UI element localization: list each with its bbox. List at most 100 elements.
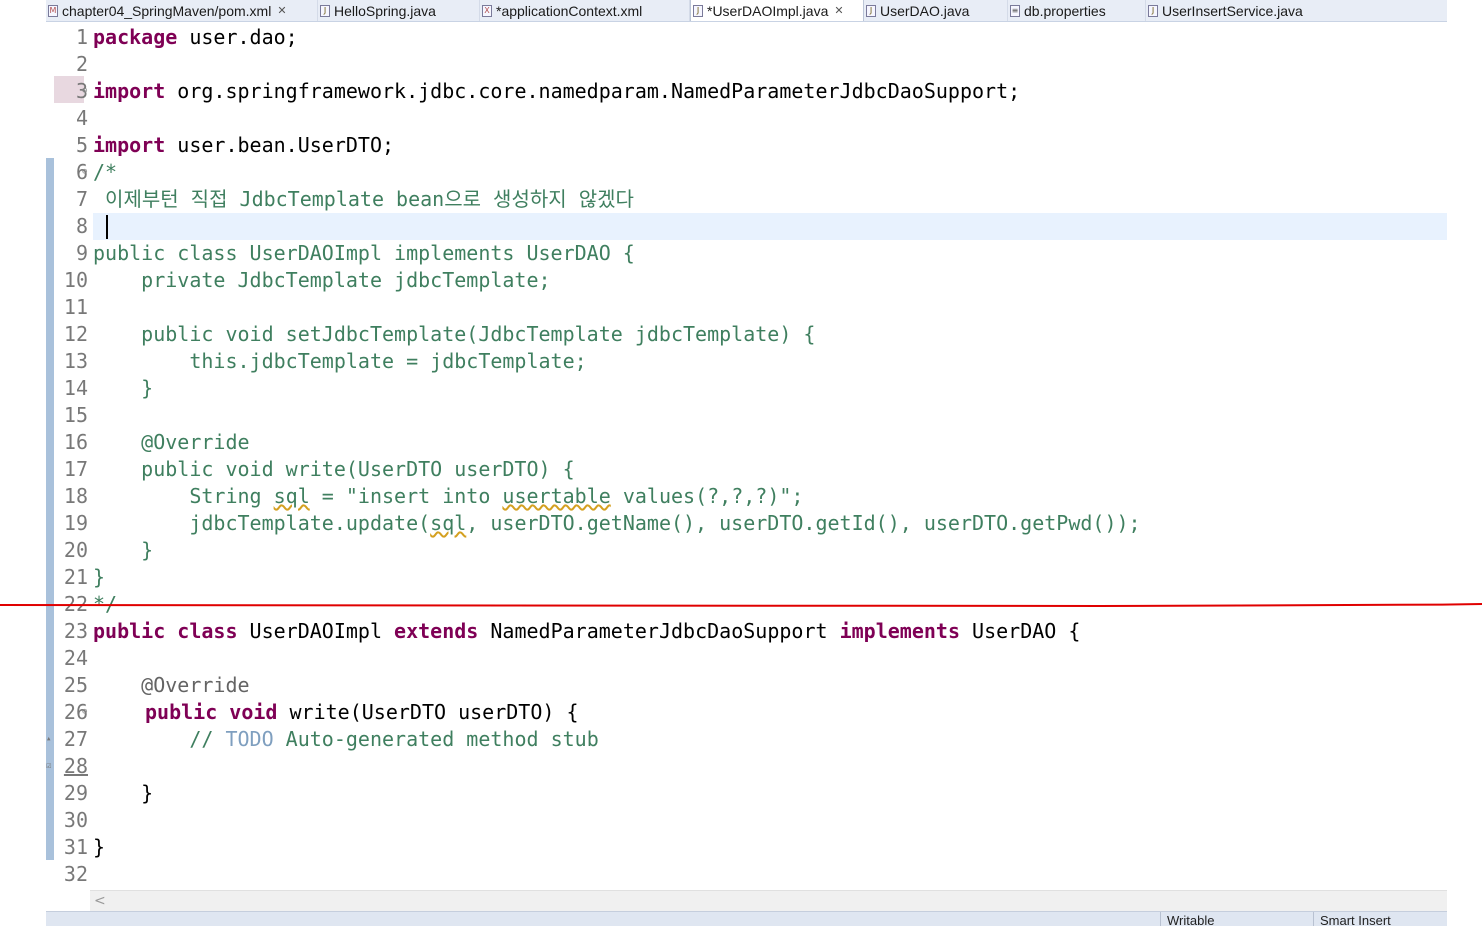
java-file-icon: J xyxy=(320,4,330,17)
code-line: package user.dao; xyxy=(93,24,298,51)
close-icon[interactable]: ✕ xyxy=(277,4,286,17)
line-number: 11 xyxy=(63,295,88,319)
tab-label: UserInsertService.java xyxy=(1162,2,1303,19)
close-icon[interactable]: ✕ xyxy=(834,4,843,17)
keyword: package xyxy=(93,25,178,49)
tab-label: db.properties xyxy=(1024,2,1106,19)
spelling-warning: sql xyxy=(273,484,310,508)
line-number-gutter: 1 2 3 4 5 6 7 8 9 10 11 12 13 14 15 16 1… xyxy=(46,22,92,890)
line-number: 9 xyxy=(75,241,88,265)
horizontal-scrollbar[interactable]: < xyxy=(90,890,1447,911)
keyword: import xyxy=(93,133,166,157)
code-text: jdbcTemplate.update( xyxy=(93,511,431,535)
fold-collapse-icon[interactable]: ⊖ xyxy=(82,78,91,105)
code-line: this.jdbcTemplate = jdbcTemplate; xyxy=(93,349,587,373)
tab-label: UserDAO.java xyxy=(880,2,970,19)
line-number: 13 xyxy=(63,349,88,373)
xml-file-icon: M xyxy=(48,4,58,17)
line-number: 31 xyxy=(63,835,88,859)
fold-collapse-icon[interactable]: ⊖ xyxy=(82,699,91,726)
code-line: /* xyxy=(93,160,118,184)
line-number: 12 xyxy=(63,322,88,346)
line-number: 8 xyxy=(75,214,88,238)
tab-label: *applicationContext.xml xyxy=(496,2,643,19)
scroll-left-icon[interactable]: < xyxy=(94,891,106,911)
line-number: 20 xyxy=(63,538,88,562)
code-line: private JdbcTemplate jdbcTemplate; xyxy=(93,268,551,292)
tab-hellospring-java[interactable]: J HelloSpring.java xyxy=(318,0,480,21)
code-line: public void write(UserDTO userDTO) { xyxy=(93,457,575,481)
line-number: 5 xyxy=(75,133,88,157)
tab-applicationcontext-xml[interactable]: X *applicationContext.xml xyxy=(480,0,690,21)
spelling-warning: sql xyxy=(430,511,467,535)
line-number: 1 xyxy=(75,25,88,49)
tab-userdao-java[interactable]: J UserDAO.java xyxy=(864,0,1008,21)
code-text: write(UserDTO userDTO) { xyxy=(277,700,579,724)
keyword: implements xyxy=(839,619,960,643)
code-editor[interactable]: 1 2 3 4 5 6 7 8 9 10 11 12 13 14 15 16 1… xyxy=(46,22,1447,890)
code-text: UserDAOImpl xyxy=(237,619,395,643)
line-number: 28 xyxy=(63,754,88,778)
code-text: UserDAO { xyxy=(960,619,1081,643)
code-line: import user.bean.UserDTO; xyxy=(93,132,394,159)
text-caret xyxy=(106,215,108,239)
line-number: 16 xyxy=(63,430,88,454)
status-writable: Writable xyxy=(1160,912,1313,926)
tab-label: HelloSpring.java xyxy=(334,2,436,19)
line-number: 2 xyxy=(75,52,88,76)
code-text: = "insert into xyxy=(309,484,503,508)
code-text: String xyxy=(93,484,274,508)
line-number: 27 xyxy=(63,727,88,751)
code-line: @Override xyxy=(93,430,250,454)
code-text: org.springframework.jdbc.core.namedparam… xyxy=(165,79,1021,103)
line-number: 32 xyxy=(63,862,88,886)
java-file-icon: J xyxy=(1148,4,1158,17)
current-line-highlight xyxy=(93,213,1447,240)
code-line: public void write(UserDTO userDTO) { xyxy=(93,699,578,726)
java-file-icon: J xyxy=(866,4,876,17)
code-line: String sql = "insert into usertable valu… xyxy=(93,483,803,510)
java-file-icon: J xyxy=(693,4,703,17)
line-number: 25 xyxy=(63,673,88,697)
code-text: Auto-generated method stub xyxy=(273,727,599,751)
keyword: public class xyxy=(93,619,238,643)
line-number: 4 xyxy=(75,106,88,130)
editor-tab-bar: M chapter04_SpringMaven/pom.xml ✕ J Hell… xyxy=(46,0,1447,22)
line-number: 23 xyxy=(63,619,88,643)
tab-userinsertservice-java[interactable]: J UserInsertService.java xyxy=(1146,0,1346,21)
line-number: 17 xyxy=(63,457,88,481)
code-text: NamedParameterJdbcDaoSupport xyxy=(478,619,840,643)
code-line: } xyxy=(93,376,154,400)
task-marker-icon: ☑ xyxy=(46,761,52,771)
line-number: 18 xyxy=(63,484,88,508)
code-line: import org.springframework.jdbc.core.nam… xyxy=(93,78,1020,105)
status-bar: Writable Smart Insert xyxy=(46,911,1447,926)
spelling-warning: usertable xyxy=(502,484,611,508)
line-number: 30 xyxy=(63,808,88,832)
tab-label: chapter04_SpringMaven/pom.xml xyxy=(62,2,272,19)
todo-tag: TODO xyxy=(225,727,274,751)
code-text: values(?,?,?)"; xyxy=(610,484,804,508)
code-text-area[interactable]: package user.dao; import org.springframe… xyxy=(93,22,1447,890)
code-line: } xyxy=(93,565,106,589)
keyword: import xyxy=(93,79,166,103)
tab-db-properties[interactable]: ≡ db.properties xyxy=(1008,0,1146,21)
tab-pom-xml[interactable]: M chapter04_SpringMaven/pom.xml ✕ xyxy=(46,0,318,21)
override-marker-icon: ▴ xyxy=(46,734,52,744)
code-line: 이제부턴 직접 JdbcTemplate bean으로 생성하지 않겠다 xyxy=(93,187,634,211)
line-number: 19 xyxy=(63,511,88,535)
code-text: user.bean.UserDTO; xyxy=(165,133,395,157)
code-line: @Override xyxy=(93,673,250,697)
fold-collapse-icon[interactable]: ⊖ xyxy=(82,159,91,186)
line-number: 15 xyxy=(63,403,88,427)
line-number: 24 xyxy=(63,646,88,670)
code-text: , userDTO.getName(), userDTO.getId(), us… xyxy=(466,511,1141,535)
line-number: 14 xyxy=(63,376,88,400)
line-number: 7 xyxy=(75,187,88,211)
keyword: extends xyxy=(394,619,479,643)
xml-file-icon: X xyxy=(482,4,492,17)
code-text: // xyxy=(93,727,226,751)
tab-userdaoimpl-java[interactable]: J *UserDAOImpl.java ✕ xyxy=(690,0,864,21)
annotation-divider-line xyxy=(0,603,1482,608)
code-line: } xyxy=(93,538,154,562)
